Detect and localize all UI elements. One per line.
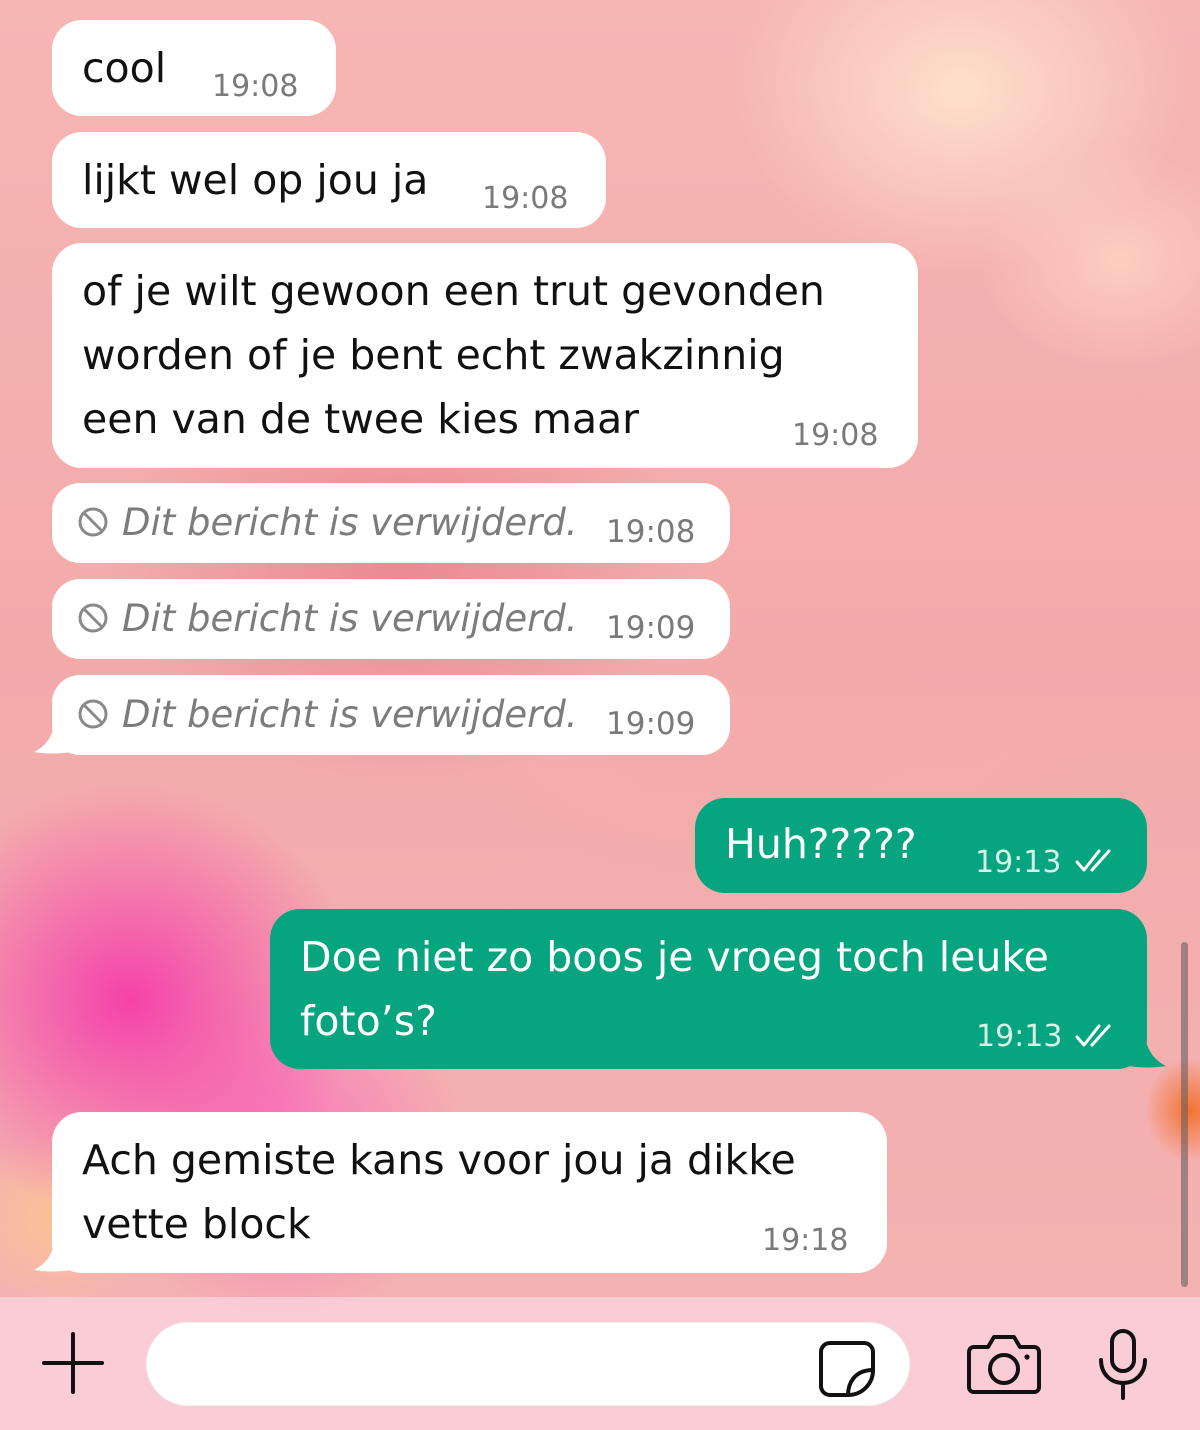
message-time: 19:08 [482, 181, 569, 216]
message-time: 19:13 [976, 1019, 1063, 1054]
message-text: Ach gemiste kans voor jou ja dikke vette… [82, 1136, 796, 1248]
incoming-message[interactable]: Ach gemiste kans voor jou ja dikke vette… [52, 1112, 887, 1273]
incoming-message[interactable]: cool 19:08 [52, 20, 336, 116]
incoming-message[interactable]: lijkt wel op jou ja 19:08 [52, 132, 606, 228]
microphone-icon[interactable] [1096, 1328, 1150, 1402]
deleted-icon [78, 603, 108, 633]
deleted-icon [78, 507, 108, 537]
scrollbar[interactable] [1181, 942, 1188, 1287]
read-ticks-icon [1075, 1024, 1111, 1047]
read-ticks-icon [1075, 849, 1111, 872]
message-text: of je wilt gewoon een trut gevonden word… [82, 267, 825, 443]
plus-icon[interactable] [40, 1330, 106, 1396]
message-time: 19:08 [792, 418, 879, 453]
message-time: 19:09 [606, 706, 696, 742]
deleted-text: Dit bericht is verwijderd. [122, 597, 578, 640]
message-time: 19:08 [212, 69, 299, 104]
deleted-icon [78, 699, 108, 729]
message-time: 19:18 [762, 1223, 849, 1258]
message-time: 19:09 [606, 610, 696, 646]
message-time: 19:13 [975, 845, 1062, 880]
message-time: 19:08 [606, 514, 696, 550]
deleted-message[interactable]: Dit bericht is verwijderd. 19:09 [52, 579, 730, 659]
message-text: Doe niet zo boos je vroeg toch leuke fot… [300, 933, 1049, 1045]
message-input[interactable] [146, 1322, 910, 1406]
message-text: Huh????? [725, 820, 917, 868]
sticker-icon[interactable] [818, 1340, 876, 1398]
outgoing-message[interactable]: Doe niet zo boos je vroeg toch leuke fot… [270, 909, 1147, 1069]
incoming-message[interactable]: of je wilt gewoon een trut gevonden word… [52, 243, 918, 468]
camera-icon[interactable] [966, 1333, 1042, 1395]
deleted-text: Dit bericht is verwijderd. [122, 693, 578, 736]
chat-screen: cool 19:08 lijkt wel op jou ja 19:08 of … [0, 0, 1200, 1430]
message-text: cool [82, 44, 167, 92]
message-text: lijkt wel op jou ja [82, 156, 429, 204]
deleted-message[interactable]: Dit bericht is verwijderd. 19:09 [52, 675, 730, 755]
deleted-text: Dit bericht is verwijderd. [122, 501, 578, 544]
outgoing-message[interactable]: Huh????? 19:13 [695, 798, 1147, 893]
deleted-message[interactable]: Dit bericht is verwijderd. 19:08 [52, 483, 730, 563]
